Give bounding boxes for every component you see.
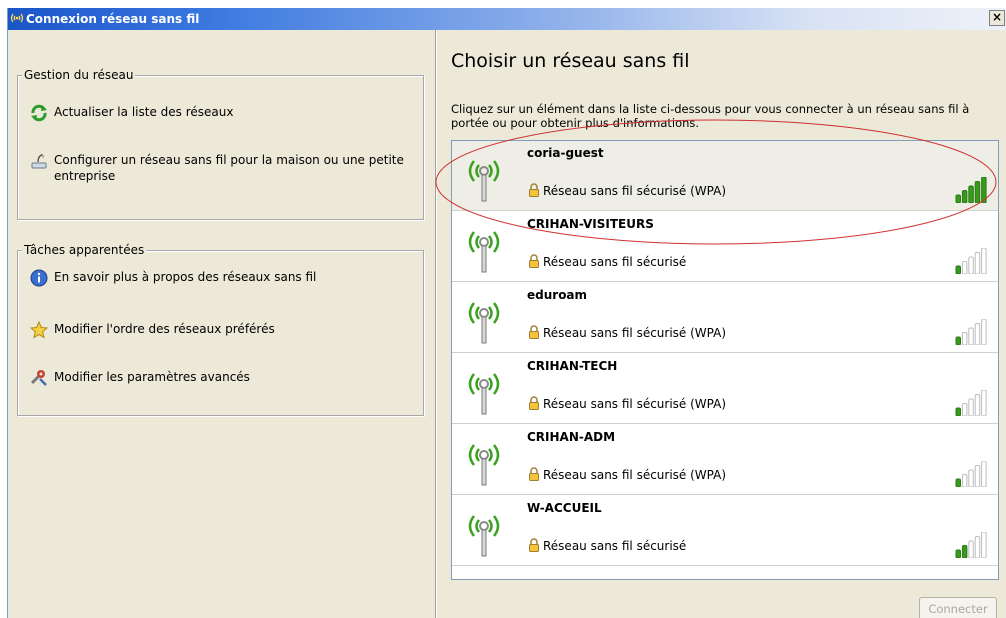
lock-icon	[529, 254, 539, 268]
network-name: W-ACCUEIL	[527, 501, 602, 515]
wireless-network-icon	[468, 302, 500, 344]
refresh-icon	[31, 104, 47, 122]
signal-strength-icon	[955, 177, 987, 203]
wireless-network-icon	[468, 444, 500, 486]
wireless-network-icon	[468, 373, 500, 415]
wireless-network-icon	[468, 515, 500, 557]
network-row[interactable]: eduroam Réseau sans fil sécurisé (WPA)	[452, 283, 998, 353]
window-title: Connexion réseau sans fil	[26, 12, 200, 26]
network-row[interactable]: CRIHAN-TECH Réseau sans fil sécurisé (WP…	[452, 354, 998, 424]
setup-wireless-network-label: Configurer un réseau sans fil pour la ma…	[54, 153, 404, 183]
network-row[interactable]: CRIHAN-ADM Réseau sans fil sécurisé (WPA…	[452, 425, 998, 495]
wireless-connection-window: Connexion réseau sans fil × Gestion du r…	[7, 8, 1006, 618]
lock-icon	[529, 183, 539, 197]
lock-icon	[529, 396, 539, 410]
network-row[interactable]: W-ACCUEIL Réseau sans fil sécurisé	[452, 496, 998, 566]
settings-icon	[30, 370, 47, 386]
security-type: Réseau sans fil sécurisé (WPA)	[543, 468, 727, 482]
related-tasks-title: Tâches apparentées	[22, 243, 147, 257]
signal-strength-icon	[955, 461, 987, 487]
learn-more-task[interactable]: En savoir plus à propos des réseaux sans…	[30, 269, 316, 287]
wireless-icon	[10, 13, 24, 23]
lock-icon	[529, 538, 539, 552]
signal-strength-icon	[955, 319, 987, 345]
signal-strength-icon	[955, 532, 987, 558]
security-type: Réseau sans fil sécurisé (WPA)	[543, 184, 727, 198]
network-management-group: Gestion du réseau Actualiser la liste de…	[17, 68, 424, 220]
setup-wireless-network-task[interactable]: Configurer un réseau sans fil pour la ma…	[30, 152, 415, 184]
page-title: Choisir un réseau sans fil	[451, 50, 690, 72]
lock-icon	[529, 325, 539, 339]
lock-icon	[529, 467, 539, 481]
signal-strength-icon	[955, 390, 987, 416]
security-type: Réseau sans fil sécurisé	[543, 539, 687, 553]
wireless-network-icon	[468, 231, 500, 273]
title-bar: Connexion réseau sans fil ×	[8, 8, 1006, 30]
change-advanced-settings-task[interactable]: Modifier les paramètres avancés	[30, 369, 250, 387]
wizard-icon	[31, 153, 47, 169]
info-icon	[30, 269, 48, 287]
related-tasks-group: Tâches apparentées En savoir plus à prop…	[17, 243, 424, 416]
wireless-network-icon	[468, 160, 500, 202]
network-name: coria-guest	[527, 146, 604, 160]
network-name: CRIHAN-VISITEURS	[527, 217, 654, 231]
refresh-network-list-task[interactable]: Actualiser la liste des réseaux	[30, 104, 233, 122]
network-management-title: Gestion du réseau	[22, 68, 136, 82]
star-icon	[30, 321, 48, 339]
connect-button[interactable]: Connecter	[919, 597, 997, 618]
security-type: Réseau sans fil sécurisé (WPA)	[543, 326, 727, 340]
network-list[interactable]: coria-guest Réseau sans fil sécurisé (WP…	[451, 140, 999, 580]
network-row[interactable]: CRIHAN-VISITEURS Réseau sans fil sécuris…	[452, 212, 998, 282]
network-selection-pane: Choisir un réseau sans fil Cliquez sur u…	[437, 30, 1006, 618]
change-preferred-order-task[interactable]: Modifier l'ordre des réseaux préférés	[30, 321, 275, 339]
network-row[interactable]: coria-guest Réseau sans fil sécurisé (WP…	[452, 141, 998, 211]
network-name: CRIHAN-TECH	[527, 359, 618, 373]
signal-strength-icon	[955, 248, 987, 274]
security-type: Réseau sans fil sécurisé (WPA)	[543, 397, 727, 411]
security-type: Réseau sans fil sécurisé	[543, 255, 687, 269]
network-name: eduroam	[527, 288, 588, 302]
learn-more-label: En savoir plus à propos des réseaux sans…	[54, 270, 317, 284]
change-preferred-order-label: Modifier l'ordre des réseaux préférés	[54, 322, 275, 336]
change-advanced-settings-label: Modifier les paramètres avancés	[54, 370, 250, 384]
instructions-text: Cliquez sur un élément dans la liste ci-…	[451, 102, 970, 130]
tasks-pane: Gestion du réseau Actualiser la liste de…	[8, 30, 435, 618]
network-name: CRIHAN-ADM	[527, 430, 616, 444]
close-button[interactable]: ×	[989, 10, 1005, 26]
refresh-network-list-label: Actualiser la liste des réseaux	[54, 105, 234, 119]
